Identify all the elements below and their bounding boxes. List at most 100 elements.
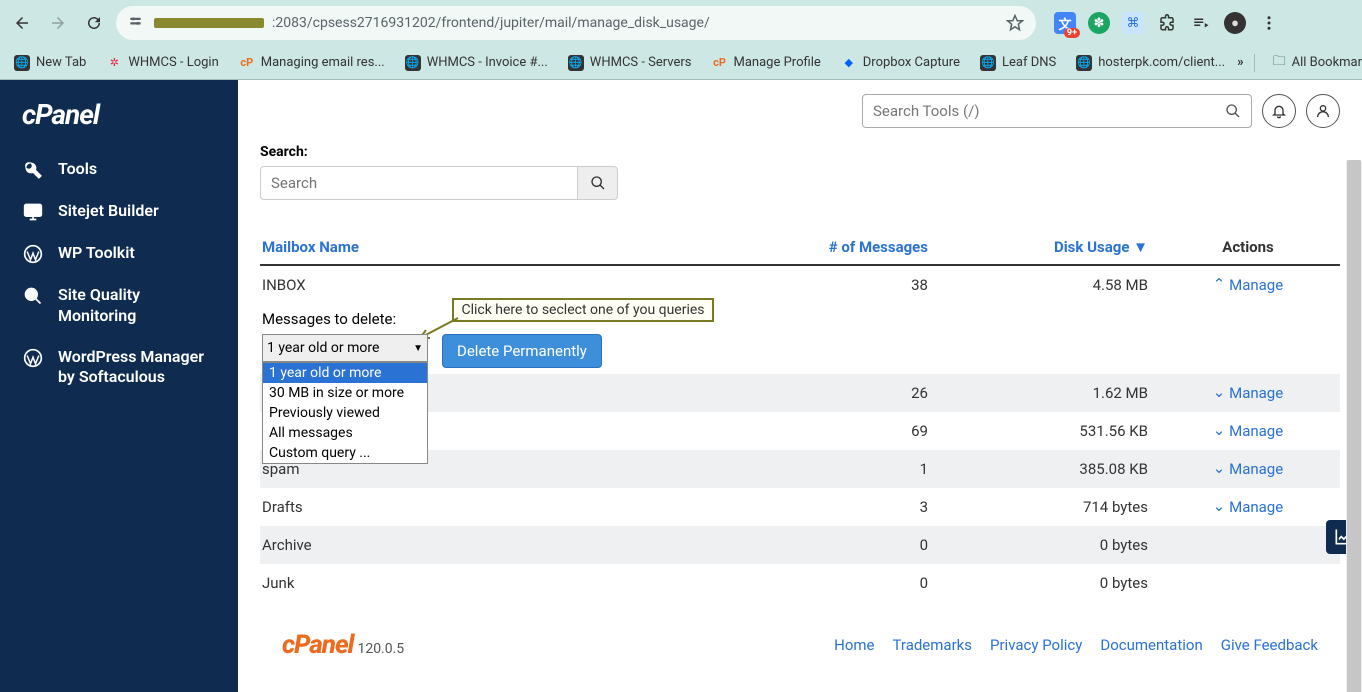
delete-query-select[interactable]: 1 year old or more ▼ — [262, 334, 428, 362]
reload-button[interactable] — [80, 9, 108, 37]
search-input[interactable] — [260, 166, 578, 200]
cell-disk: 4.58 MB — [938, 276, 1158, 294]
delete-permanently-button[interactable]: Delete Permanently — [442, 334, 602, 368]
select-option[interactable]: All messages — [263, 423, 427, 443]
sidebar-item-label: Site Quality Monitoring — [58, 285, 216, 327]
search-tools-input[interactable]: Search Tools (/) — [862, 94, 1252, 128]
address-bar[interactable]: :2083/cpsess2716931202/frontend/jupiter/… — [116, 6, 1036, 40]
bookmark-item[interactable]: 🌐WHMCS - Invoice #... — [397, 51, 556, 75]
star-icon[interactable] — [1006, 14, 1024, 32]
divider — [1254, 54, 1255, 72]
select-option[interactable]: Previously viewed — [263, 403, 427, 423]
cell-disk: 0 bytes — [938, 574, 1158, 592]
site-settings-icon[interactable] — [128, 14, 146, 32]
footer-version: 120.0.5 — [357, 641, 404, 657]
chevron-up-icon: ⌃ — [1213, 275, 1226, 293]
cell-count: 38 — [728, 276, 938, 294]
annotation-callout: Click here to seclect one of you queries — [452, 298, 714, 322]
select-option[interactable]: 1 year old or more — [263, 363, 427, 383]
bookmark-label: WHMCS - Servers — [590, 55, 692, 70]
bookmark-item[interactable]: cPManaging email res... — [231, 51, 393, 75]
bookmark-item[interactable]: 🌐New Tab — [6, 51, 94, 75]
sidebar-item-sitejet[interactable]: Sitejet Builder — [0, 191, 238, 233]
col-mailbox-name[interactable]: Mailbox Name — [262, 238, 728, 256]
cell-disk: 531.56 KB — [938, 422, 1158, 440]
footer-link-docs[interactable]: Documentation — [1100, 636, 1202, 654]
sidebar-item-wptoolkit[interactable]: WP Toolkit — [0, 233, 238, 275]
bookmark-item[interactable]: ◆Dropbox Capture — [833, 51, 968, 75]
kebab-icon[interactable] — [1258, 12, 1280, 34]
manage-toggle[interactable]: ⌄ Manage — [1158, 422, 1338, 440]
select-option[interactable]: Custom query ... — [263, 443, 427, 463]
bookmark-label: Dropbox Capture — [863, 55, 960, 70]
mailbox-table: Mailbox Name # of Messages Disk Usage ▼ … — [260, 230, 1340, 602]
ext-green-icon[interactable]: ✽ — [1088, 12, 1110, 34]
sidebar-item-tools[interactable]: Tools — [0, 149, 238, 191]
col-message-count[interactable]: # of Messages — [728, 238, 938, 256]
sidebar: cPanel Tools Sitejet Builder WP Toolkit … — [0, 80, 238, 692]
manage-toggle[interactable]: ⌃ Manage — [1158, 276, 1338, 294]
manage-label: Manage — [1229, 276, 1283, 294]
footer-link-privacy[interactable]: Privacy Policy — [990, 636, 1082, 654]
back-button[interactable] — [8, 9, 36, 37]
forward-button[interactable] — [44, 9, 72, 37]
manage-toggle[interactable]: ⌄ Manage — [1158, 384, 1338, 402]
bookmark-item[interactable]: 🌐Leaf DNS — [972, 51, 1064, 75]
manage-label: Manage — [1229, 460, 1283, 478]
monitor-icon — [22, 201, 44, 223]
bell-icon — [1271, 103, 1287, 119]
bookmark-label: Leaf DNS — [1002, 55, 1056, 70]
all-bookmarks-button[interactable]: 🗀All Bookmarks — [1265, 48, 1362, 78]
puzzle-icon[interactable] — [1156, 12, 1178, 34]
bookmark-item[interactable]: cPManage Profile — [704, 51, 829, 75]
search-icon — [590, 175, 606, 191]
wordpress-icon — [22, 243, 44, 265]
ext-blue-icon[interactable]: ⌘ — [1122, 12, 1144, 34]
avatar-icon[interactable]: ● — [1224, 12, 1246, 34]
table-row: Junk 0 0 bytes — [260, 564, 1340, 602]
footer-link-home[interactable]: Home — [834, 636, 874, 654]
bookmark-item[interactable]: 🌐WHMCS - Servers — [560, 51, 700, 75]
sidebar-item-label: WP Toolkit — [58, 243, 135, 264]
select-option[interactable]: 30 MB in size or more — [263, 383, 427, 403]
cell-name: Archive — [262, 536, 728, 554]
cell-count: 0 — [728, 574, 938, 592]
bookmark-item[interactable]: 🌐hosterpk.com/client... — [1068, 51, 1233, 75]
user-icon — [1315, 103, 1331, 119]
cpanel-logo: cPanel — [0, 98, 238, 149]
bookmark-label: WHMCS - Invoice #... — [427, 55, 548, 70]
cell-count: 26 — [728, 384, 938, 402]
cell-name: Junk — [262, 574, 728, 592]
manage-toggle[interactable]: ⌄ Manage — [1158, 460, 1338, 478]
footer-link-feedback[interactable]: Give Feedback — [1221, 636, 1318, 654]
cell-count: 0 — [728, 536, 938, 554]
manage-toggle[interactable]: ⌄ Manage — [1158, 498, 1338, 516]
wordpress-icon — [22, 347, 44, 369]
select-value: 1 year old or more — [267, 340, 379, 356]
manage-toggle — [1158, 536, 1338, 554]
chevron-down-icon: ▼ — [413, 343, 423, 354]
wrench-icon — [22, 159, 44, 181]
playlist-icon[interactable] — [1190, 12, 1212, 34]
sidebar-item-wpmanager[interactable]: WordPress Manager by Softaculous — [0, 337, 238, 399]
search-tools-placeholder: Search Tools (/) — [873, 102, 980, 120]
notifications-button[interactable] — [1262, 94, 1296, 128]
select-dropdown: 1 year old or more 30 MB in size or more… — [262, 362, 428, 464]
bookmark-item[interactable]: ✲WHMCS - Login — [98, 51, 226, 75]
bookmarks-overflow-icon[interactable]: » — [1237, 55, 1244, 70]
sidebar-item-sitequality[interactable]: Site Quality Monitoring — [0, 275, 238, 337]
sidebar-item-label: Tools — [58, 159, 97, 180]
user-button[interactable] — [1306, 94, 1340, 128]
table-header: Mailbox Name # of Messages Disk Usage ▼ … — [260, 230, 1340, 266]
bookmark-label: WHMCS - Login — [128, 55, 218, 70]
search-button[interactable] — [578, 166, 618, 200]
scrollbar[interactable] — [1346, 160, 1362, 692]
main-content: Search Tools (/) Search: Mailbox Name # … — [238, 80, 1362, 692]
magnifier-icon — [22, 285, 44, 307]
manage-label: Manage — [1229, 498, 1283, 516]
scrollbar-thumb[interactable] — [1347, 160, 1361, 692]
translate-icon[interactable]: 文9+ — [1054, 12, 1076, 34]
footer-link-trademarks[interactable]: Trademarks — [893, 636, 973, 654]
col-disk-usage[interactable]: Disk Usage ▼ — [938, 238, 1158, 256]
cell-disk: 1.62 MB — [938, 384, 1158, 402]
